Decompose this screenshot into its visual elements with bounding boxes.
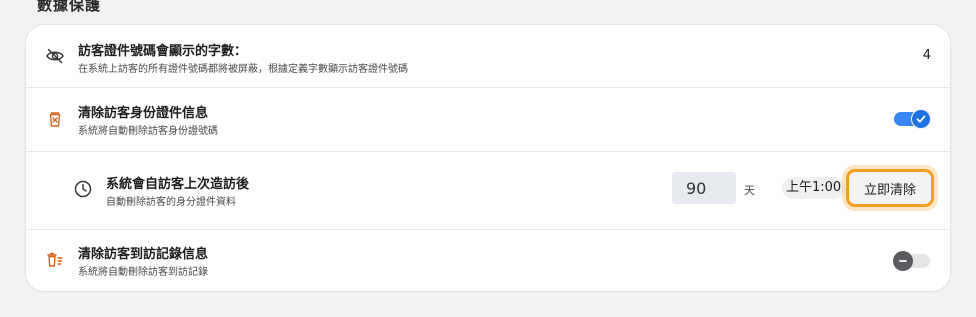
clock-icon (73, 179, 93, 199)
clear-id-info-row: 清除訪客身份證件信息 系統將自動刪除訪客身份證號碼 (26, 88, 950, 152)
clear-visit-records-title: 清除訪客到訪記錄信息 (78, 247, 209, 262)
clear-id-info-toggle[interactable] (894, 109, 931, 129)
id-digits-value[interactable]: 4 (923, 48, 931, 63)
clear-id-info-desc: 系統將自動刪除訪客身份證號碼 (78, 126, 218, 137)
trash-id-icon (45, 109, 65, 129)
time-selector[interactable]: 上午1:00 (782, 177, 846, 199)
auto-delete-desc: 自動刪除訪客的身分證件資料 (106, 197, 236, 208)
id-digits-row: 訪客證件號碼會顯示的字數： 在系統上訪客的所有證件號碼都將被屏蔽，根據定義字數顯… (26, 25, 950, 88)
auto-delete-title: 系統會自訪客上次造訪後 (106, 177, 250, 192)
auto-delete-row: 系統會自訪客上次造訪後 自動刪除訪客的身分證件資料 天 上午1:00 立即清除 (26, 152, 950, 230)
clear-visit-records-desc: 系統將自動刪除訪客到訪記錄 (78, 267, 208, 278)
clear-now-button[interactable]: 立即清除 (846, 169, 934, 207)
days-input[interactable] (672, 172, 736, 204)
days-unit: 天 (744, 184, 755, 197)
eye-off-icon (45, 46, 65, 66)
id-digits-desc: 在系統上訪客的所有證件號碼都將被屏蔽，根據定義字數顯示訪客證件號碼 (78, 64, 408, 75)
clear-visit-records-toggle[interactable] (893, 251, 930, 271)
minus-icon (893, 251, 913, 271)
clear-id-info-title: 清除訪客身份證件信息 (78, 106, 209, 121)
check-icon (911, 109, 931, 129)
id-digits-title: 訪客證件號碼會顯示的字數： (78, 44, 248, 59)
settings-card: 訪客證件號碼會顯示的字數： 在系統上訪客的所有證件號碼都將被屏蔽，根據定義字數顯… (26, 25, 950, 291)
trash-list-icon (45, 250, 65, 270)
data-protection-page: 數據保護 訪客證件號碼會顯示的字數： 在系統上訪客的所有證件號碼都將被屏蔽，根據… (0, 0, 976, 317)
section-title: 數據保護 (37, 0, 102, 14)
clear-visit-records-row: 清除訪客到訪記錄信息 系統將自動刪除訪客到訪記錄 (26, 230, 950, 291)
